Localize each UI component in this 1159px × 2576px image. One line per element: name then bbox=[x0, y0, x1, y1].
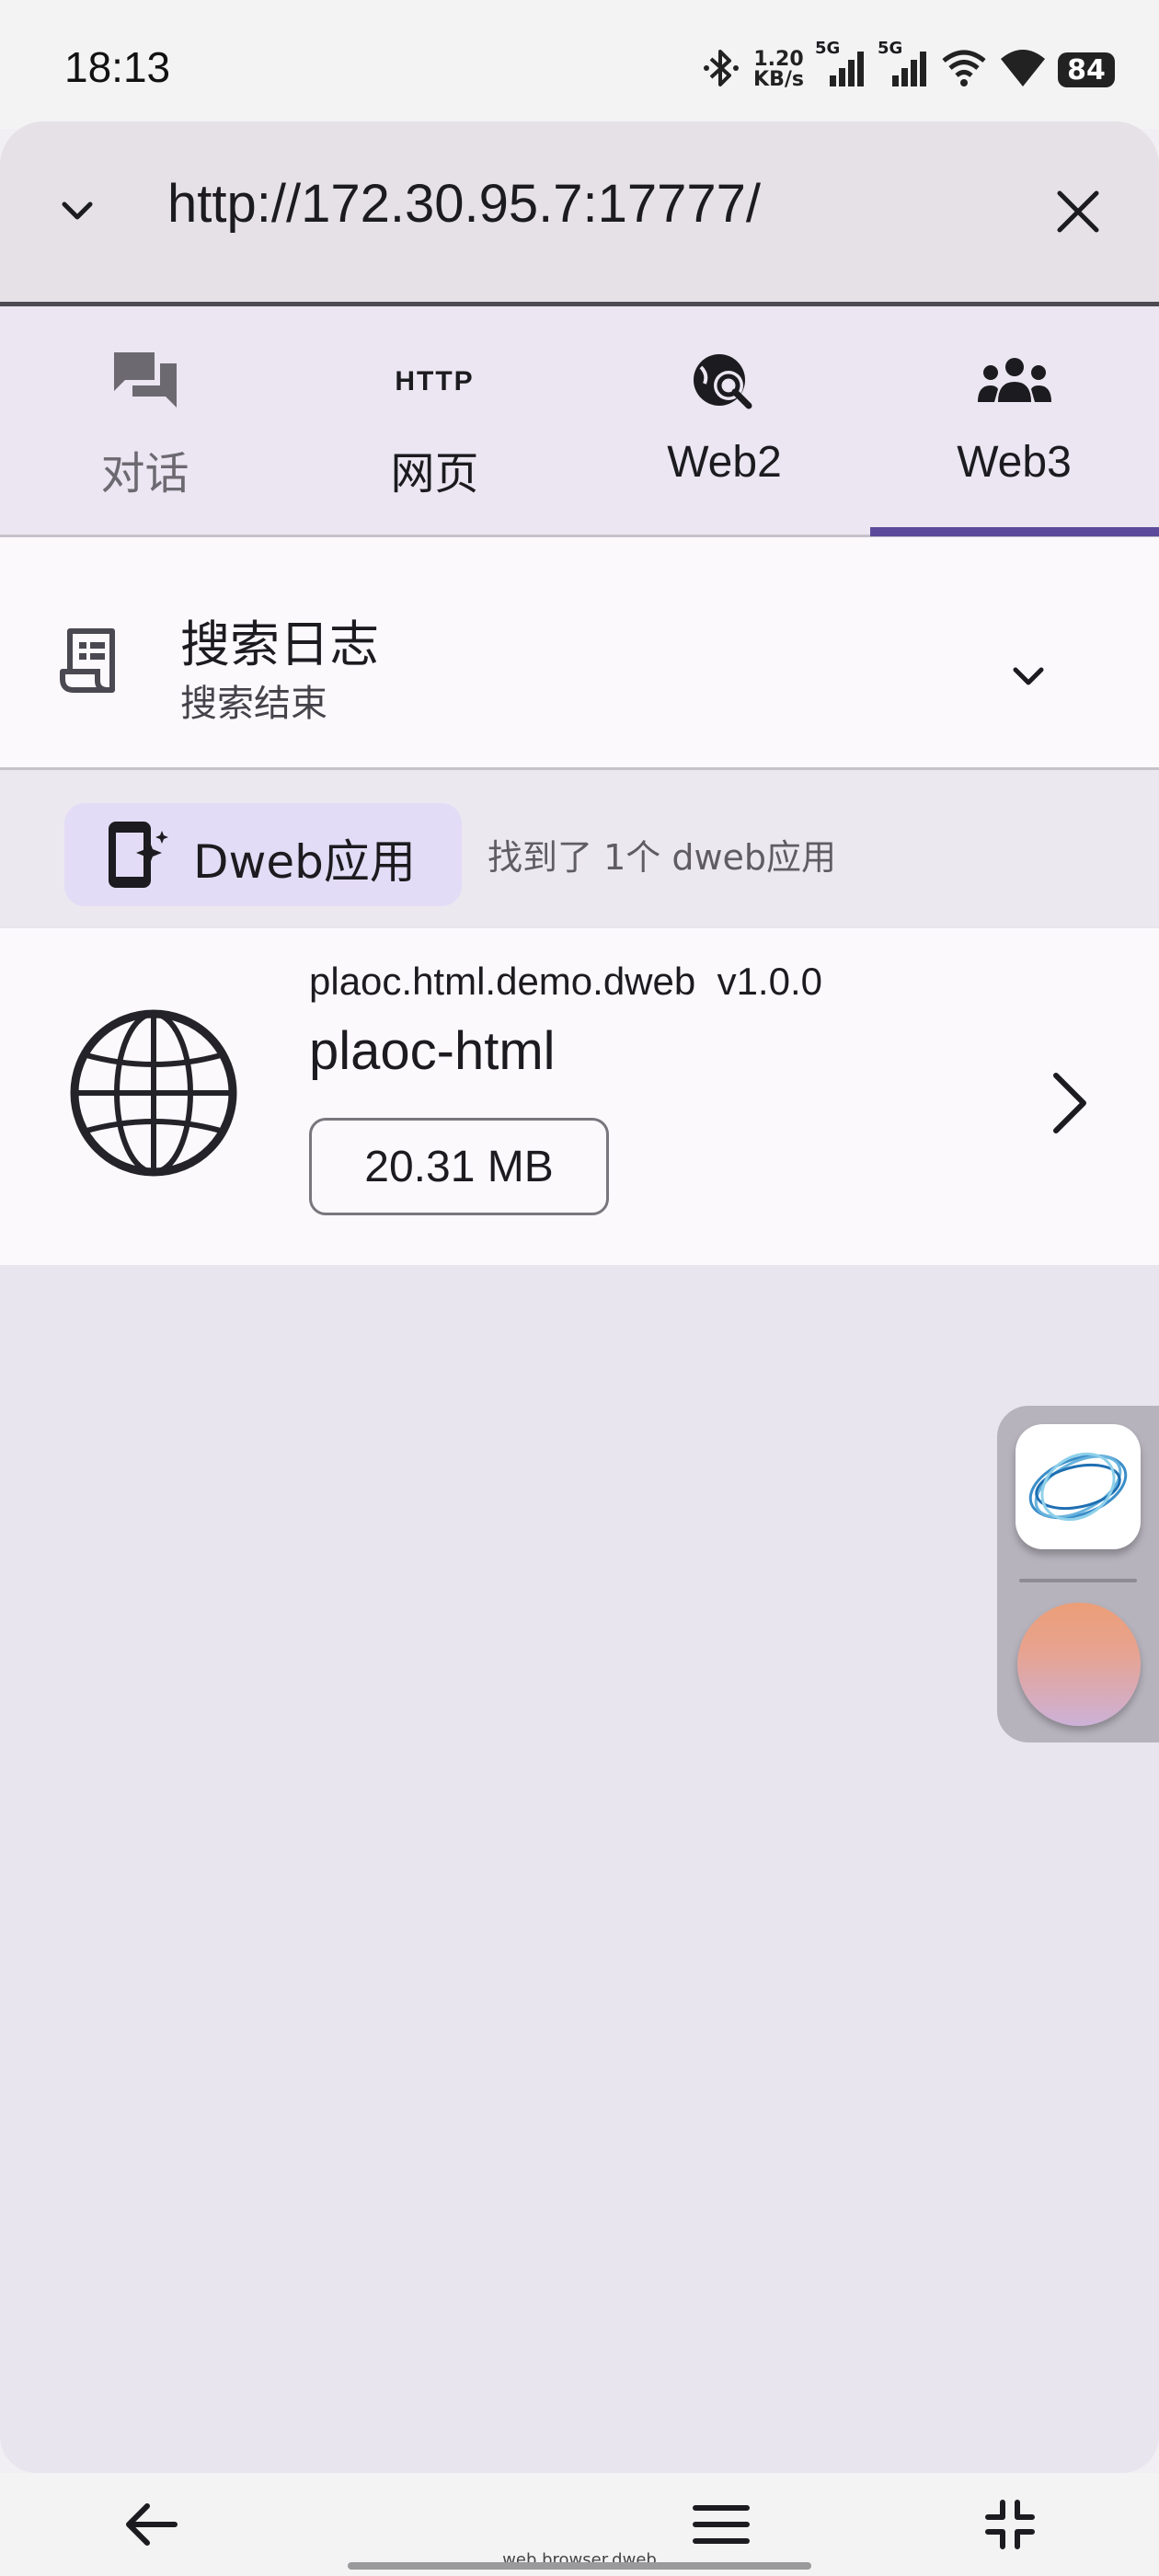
tab-web2[interactable]: Web2 bbox=[580, 306, 869, 535]
chat-icon bbox=[0, 345, 290, 419]
app-size-badge: 20.31 MB bbox=[309, 1118, 609, 1215]
bluetooth-icon bbox=[702, 46, 742, 94]
tab-label: 网页 bbox=[390, 450, 479, 499]
signal-label: 5G bbox=[878, 39, 903, 58]
tab-bar: 对话 HTTP 网页 Web2 Web3 bbox=[0, 306, 1159, 537]
tab-chat[interactable]: 对话 bbox=[0, 306, 290, 535]
app-shortcut-icon bbox=[105, 818, 169, 895]
signal-label: 5G bbox=[815, 39, 841, 58]
chevron-down-icon[interactable] bbox=[1006, 655, 1050, 703]
tab-label: Web3 bbox=[957, 438, 1072, 487]
signal-icon: 5G bbox=[815, 39, 866, 94]
url-input[interactable]: http://172.30.95.7:17777/ bbox=[167, 173, 761, 235]
status-time: 18:13 bbox=[64, 43, 171, 91]
wifi-icon bbox=[999, 48, 1047, 92]
tab-label: Web2 bbox=[667, 438, 782, 487]
network-speed-value: 1.20 bbox=[753, 48, 804, 71]
tab-web3[interactable]: Web3 bbox=[869, 306, 1159, 535]
back-arrow-icon[interactable] bbox=[121, 2499, 180, 2554]
collapse-icon[interactable] bbox=[984, 2499, 1036, 2554]
network-speed: 1.20 KB/s bbox=[753, 50, 804, 90]
search-log-panel[interactable]: 搜索日志 搜索结束 bbox=[0, 537, 1159, 770]
http-icon: HTTP bbox=[395, 366, 475, 397]
dweb-apps-chip[interactable]: Dweb应用 bbox=[64, 803, 462, 906]
status-icons: 1.20 KB/s 5G 5G 84 bbox=[702, 39, 1115, 98]
home-indicator[interactable] bbox=[348, 2562, 811, 2570]
search-log-subtitle: 搜索结束 bbox=[180, 683, 327, 725]
app-id-version: plaoc.html.demo.dweb v1.0.0 bbox=[309, 960, 822, 1004]
system-nav-bar: web.browser.dweb bbox=[0, 2473, 1159, 2576]
floating-dock bbox=[997, 1406, 1159, 1742]
url-bar: http://172.30.95.7:17777/ bbox=[0, 121, 1159, 306]
web-search-icon bbox=[580, 345, 869, 419]
app-name: plaoc-html bbox=[309, 1021, 556, 1081]
status-bar: 18:13 1.20 KB/s 5G 5G 84 bbox=[0, 0, 1159, 129]
dweb-found-count: 找到了 1个 dweb应用 bbox=[488, 837, 837, 878]
dock-divider bbox=[1019, 1579, 1137, 1582]
avatar[interactable] bbox=[1017, 1603, 1141, 1726]
network-speed-unit: KB/s bbox=[753, 68, 804, 91]
menu-icon[interactable] bbox=[692, 2502, 751, 2550]
search-log-title: 搜索日志 bbox=[180, 615, 379, 673]
app-version: v1.0.0 bbox=[717, 960, 822, 1003]
signal-icon: 5G bbox=[878, 39, 929, 94]
dweb-apps-chip-label: Dweb应用 bbox=[193, 835, 416, 889]
groups-icon bbox=[869, 345, 1159, 419]
receipt-icon bbox=[57, 626, 121, 699]
browser-app-icon[interactable] bbox=[1016, 1424, 1141, 1549]
app-id: plaoc.html.demo.dweb bbox=[309, 960, 696, 1003]
battery-icon: 84 bbox=[1058, 52, 1115, 87]
tab-label: 对话 bbox=[100, 450, 189, 499]
chevron-down-icon[interactable] bbox=[53, 188, 101, 239]
tab-webpage[interactable]: HTTP 网页 bbox=[290, 306, 580, 535]
close-icon[interactable] bbox=[1054, 188, 1102, 239]
chevron-right-icon[interactable] bbox=[1043, 1066, 1098, 1144]
wifi-icon bbox=[940, 48, 988, 92]
browser-sheet: http://172.30.95.7:17777/ 对话 HTTP 网页 Web… bbox=[0, 121, 1159, 2473]
dweb-results-bar: Dweb应用 找到了 1个 dweb应用 bbox=[0, 770, 1159, 926]
app-list-item[interactable]: plaoc.html.demo.dweb v1.0.0 plaoc-html 2… bbox=[0, 928, 1159, 1265]
globe-icon bbox=[68, 1007, 239, 1182]
tab-indicator bbox=[870, 527, 1159, 536]
